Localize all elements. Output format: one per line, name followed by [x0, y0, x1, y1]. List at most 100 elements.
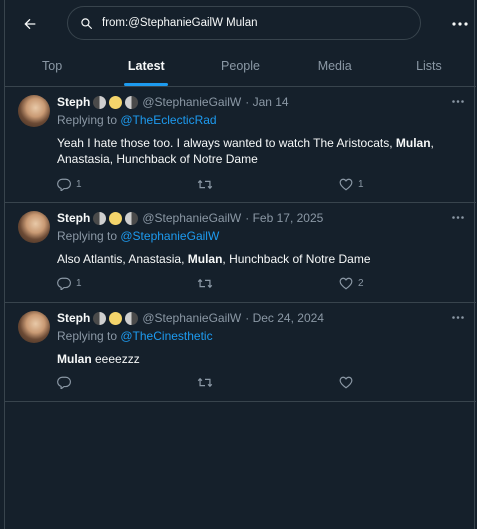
mention-link[interactable]: @StephanieGailW: [120, 229, 219, 243]
moon-waxing-icon: [93, 311, 107, 325]
like-icon: [339, 277, 353, 290]
tweet-header: Steph @StephanieGailW · Jan 14: [57, 95, 289, 109]
tweet-more-button[interactable]: [448, 209, 468, 225]
mention-link[interactable]: @TheCinesthetic: [120, 329, 212, 343]
tweet-date[interactable]: · Jan 14: [245, 95, 288, 109]
retweet-button[interactable]: [197, 178, 218, 191]
text-part: Yeah I hate those too. I always wanted t…: [57, 136, 396, 150]
tweet-date[interactable]: · Feb 17, 2025: [245, 211, 323, 225]
like-button[interactable]: 1: [339, 178, 364, 191]
search-highlight: Mulan: [395, 136, 431, 150]
text-part: , Hunchback of Notre Dame: [222, 252, 371, 266]
search-input[interactable]: [100, 16, 404, 30]
tweet-actions: [57, 376, 377, 392]
tab-label: Latest: [127, 59, 165, 73]
tweet-actions: 1 2: [57, 277, 377, 293]
replying-prefix: Replying to: [57, 113, 121, 127]
search-icon: [80, 16, 94, 30]
tab-label: Media: [317, 59, 352, 73]
user-handle[interactable]: @StephanieGailW: [142, 95, 241, 109]
tab-label: People: [221, 59, 260, 73]
moon-waxing-icon: [93, 95, 107, 109]
like-count: 2: [358, 278, 364, 289]
reply-icon: [57, 376, 71, 389]
avatar[interactable]: [18, 211, 50, 243]
tab-people[interactable]: People: [193, 48, 287, 86]
full-moon-icon: [109, 95, 123, 109]
tweet-text: Mulan eeeezzz: [57, 351, 457, 367]
tweet[interactable]: Steph @StephanieGailW · Jan 14 Replying …: [5, 87, 476, 203]
text-part: eeeezzz: [91, 352, 140, 366]
avatar[interactable]: [18, 95, 50, 127]
search-tabs: Top Latest People Media Lists: [5, 48, 476, 87]
mention-link[interactable]: @TheEclecticRad: [120, 113, 216, 127]
search-highlight: Mulan: [187, 252, 223, 266]
moon-waxing-icon: [93, 211, 107, 225]
reply-icon: [57, 277, 71, 290]
like-icon: [339, 178, 353, 191]
tweet-header: Steph @StephanieGailW · Dec 24, 2024: [57, 311, 324, 325]
reply-icon: [57, 178, 71, 191]
user-handle[interactable]: @StephanieGailW: [142, 311, 241, 325]
more-options-button[interactable]: [448, 12, 472, 36]
arrow-left-icon: [24, 18, 36, 30]
tweet-more-button[interactable]: [448, 93, 468, 109]
main-column: Top Latest People Media Lists Steph @Ste…: [4, 0, 476, 529]
tab-label: Top: [42, 59, 63, 73]
reply-button[interactable]: [57, 376, 76, 389]
text-part: ,: [430, 136, 434, 150]
tweet-text: Also Atlantis, Anastasia, Mulan, Hunchba…: [57, 251, 457, 267]
like-button[interactable]: 2: [339, 277, 364, 290]
tweet[interactable]: Steph @StephanieGailW · Feb 17, 2025 Rep…: [5, 203, 476, 303]
retweet-icon: [197, 278, 213, 289]
back-button[interactable]: [15, 9, 45, 39]
full-moon-icon: [109, 211, 123, 225]
avatar[interactable]: [18, 311, 50, 343]
display-name[interactable]: Steph: [57, 211, 90, 225]
more-icon: [452, 315, 464, 319]
tweet-more-button[interactable]: [448, 309, 468, 325]
more-icon: [452, 99, 464, 103]
tab-lists[interactable]: Lists: [382, 48, 476, 86]
moon-waning-icon: [125, 95, 139, 109]
tab-top[interactable]: Top: [5, 48, 99, 86]
display-name[interactable]: Steph: [57, 95, 90, 109]
text-part: Anastasia, Hunchback of Notre Dame: [57, 152, 258, 166]
tab-media[interactable]: Media: [288, 48, 382, 86]
retweet-icon: [197, 377, 213, 388]
tweet-date[interactable]: · Dec 24, 2024: [245, 311, 324, 325]
replying-prefix: Replying to: [57, 229, 121, 243]
reply-count: 1: [76, 278, 82, 289]
moon-waning-icon: [125, 211, 139, 225]
full-moon-icon: [109, 311, 123, 325]
reply-count: 1: [76, 179, 82, 190]
search-box[interactable]: [67, 6, 421, 40]
retweet-button[interactable]: [197, 277, 218, 290]
tweet-header: Steph @StephanieGailW · Feb 17, 2025: [57, 211, 323, 225]
like-icon: [339, 376, 353, 389]
retweet-button[interactable]: [197, 376, 218, 389]
reply-button[interactable]: 1: [57, 178, 82, 191]
active-tab-indicator: [124, 83, 169, 86]
reply-button[interactable]: 1: [57, 277, 82, 290]
tweet[interactable]: Steph @StephanieGailW · Dec 24, 2024 Rep…: [5, 303, 476, 402]
user-handle[interactable]: @StephanieGailW: [142, 211, 241, 225]
search-header: [5, 0, 476, 48]
search-highlight: Mulan: [57, 352, 92, 366]
like-button[interactable]: [339, 376, 358, 389]
tab-latest[interactable]: Latest: [99, 48, 193, 86]
like-count: 1: [358, 179, 364, 190]
tab-label: Lists: [416, 59, 442, 73]
replying-prefix: Replying to: [57, 329, 121, 343]
replying-to: Replying to @TheCinesthetic: [57, 329, 213, 343]
display-name[interactable]: Steph: [57, 311, 90, 325]
text-part: Also Atlantis, Anastasia,: [57, 252, 188, 266]
replying-to: Replying to @StephanieGailW: [57, 229, 219, 243]
replying-to: Replying to @TheEclecticRad: [57, 113, 217, 127]
more-icon: [452, 215, 464, 219]
tweet-text: Yeah I hate those too. I always wanted t…: [57, 135, 457, 167]
moon-waning-icon: [125, 311, 139, 325]
tweet-actions: 1 1: [57, 178, 377, 194]
more-icon: [452, 22, 468, 26]
retweet-icon: [197, 179, 213, 190]
